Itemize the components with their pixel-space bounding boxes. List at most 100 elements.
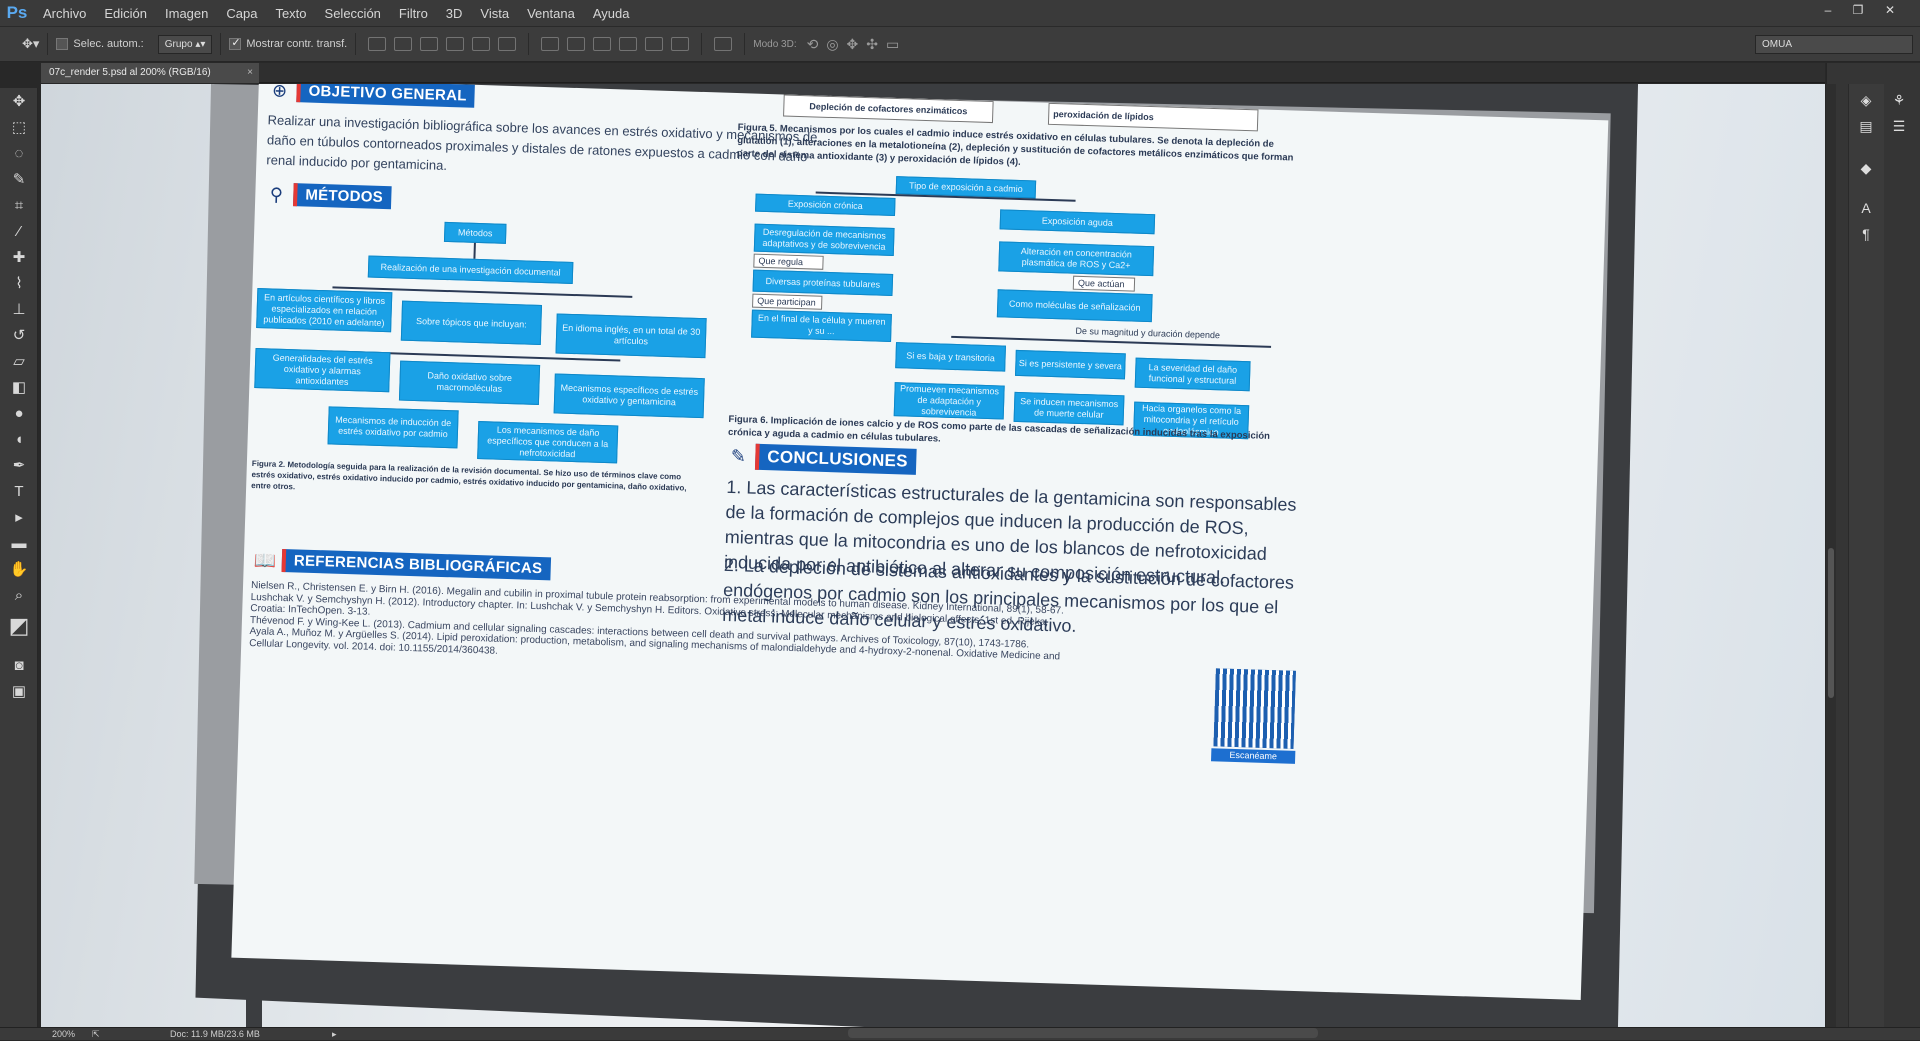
shape-tool-icon[interactable]: ▬ [8, 534, 30, 554]
path-select-tool-icon[interactable]: ▸ [8, 508, 30, 528]
brush-settings-icon[interactable]: ☰ [1888, 118, 1910, 138]
menu-archivo[interactable]: Archivo [34, 0, 95, 27]
acute-label-1: Que actúan [1072, 275, 1136, 292]
book-icon: 📖 [253, 549, 277, 571]
menu-seleccion[interactable]: Selección [316, 0, 390, 27]
color-swatches-icon[interactable]: ◩ [8, 615, 30, 637]
auto-select-label: Selec. autom.: [73, 38, 144, 50]
stamp-tool-icon[interactable]: ⊥ [8, 300, 30, 320]
layers-panel-icon[interactable]: ◆ [1855, 160, 1877, 180]
conclusiones-header: ✎ CONCLUSIONES [727, 443, 917, 475]
target-icon: ⊕ [271, 84, 288, 101]
menu-edicion[interactable]: Edición [95, 0, 156, 27]
notebook-icon: ✎ [730, 446, 747, 467]
horizontal-scroll-thumb[interactable] [848, 1028, 1318, 1038]
referencias-header: 📖 REFERENCIAS BIBLIOGRÁFICAS [253, 548, 551, 581]
move-tool-icon[interactable]: ✥ [8, 92, 30, 112]
paint-bucket-tool-icon[interactable]: ◧ [8, 378, 30, 398]
menu-ayuda[interactable]: Ayuda [584, 0, 639, 27]
marquee-tool-icon[interactable]: ⬚ [8, 118, 30, 138]
align-right-icon[interactable] [498, 37, 517, 51]
document-tab-bar: 07c_render 5.psd al 200% (RGB/16) × [41, 63, 1825, 83]
menu-imagen[interactable]: Imagen [156, 0, 217, 27]
menu-bar: Ps Archivo Edición Imagen Capa Texto Sel… [0, 0, 1920, 27]
show-transform-checkbox[interactable] [229, 36, 242, 50]
show-transform-label: Mostrar contr. transf. [246, 38, 348, 50]
method-box-5: En idioma inglés, en un total de 30 artí… [555, 313, 707, 359]
canvas-area[interactable]: ⊕ OBJETIVO GENERAL Realizar una investig… [41, 84, 1825, 1027]
type-tool-icon[interactable]: T [8, 482, 30, 502]
character-panel-icon[interactable]: A [1855, 200, 1877, 220]
export-icon[interactable]: ⇱ [92, 1028, 100, 1041]
workspace-dropdown[interactable]: OMUA [1755, 34, 1913, 54]
outcome-box-3: La severidad del daño funcional y estruc… [1134, 357, 1251, 392]
workspace-value: OMUA [1762, 38, 1792, 50]
distribute-right-icon[interactable] [671, 37, 690, 51]
group-dropdown[interactable]: Grupo ▴▾ [157, 34, 213, 54]
poster: ⊕ OBJETIVO GENERAL Realizar una investig… [231, 84, 1609, 1000]
chronic-box: Exposición crónica [755, 193, 896, 217]
distribute-top-icon[interactable] [541, 37, 560, 51]
method-box-1: Métodos [443, 221, 507, 244]
crop-tool-icon[interactable]: ⌗ [8, 196, 30, 216]
objetivo-header: ⊕ OBJETIVO GENERAL [268, 84, 476, 108]
zoom-tool-icon[interactable]: ⌕ [8, 586, 30, 606]
auto-select-checkbox[interactable] [56, 38, 69, 50]
menu-texto[interactable]: Texto [266, 0, 315, 27]
referencias-title: REFERENCIAS BIBLIOGRÁFICAS [281, 548, 551, 581]
chronic-label-2: Que participan [752, 293, 823, 310]
doc-size: Doc: 11.9 MB/23.6 MB [170, 1029, 260, 1039]
acute-box: Exposición aguda [999, 209, 1156, 235]
healing-brush-tool-icon[interactable]: ✚ [8, 248, 30, 268]
conclusiones-title: CONCLUSIONES [754, 443, 917, 475]
align-vcenter-icon[interactable] [394, 37, 413, 51]
distribute-hcenter-icon[interactable] [645, 37, 664, 51]
screen-mode-icon[interactable]: ▣ [8, 682, 30, 702]
3d-panel-icon[interactable]: ◈ [1855, 92, 1877, 112]
history-brush-tool-icon[interactable]: ↺ [8, 326, 30, 346]
properties-panel-icon[interactable]: ▤ [1855, 118, 1877, 138]
distribute-left-icon[interactable] [619, 37, 638, 51]
chronic-box-2: Diversas proteínas tubulares [752, 269, 894, 297]
3d-mode-icons[interactable]: ⟲◎✥✣▭ [807, 36, 908, 53]
dodge-tool-icon[interactable]: ◖ [8, 430, 30, 450]
paragraph-panel-icon[interactable]: ¶ [1855, 226, 1877, 246]
eraser-tool-icon[interactable]: ▱ [8, 352, 30, 372]
menu-ventana[interactable]: Ventana [518, 0, 584, 27]
distribute-vcenter-icon[interactable] [567, 37, 586, 51]
eyedropper-tool-icon[interactable]: ⁄ [8, 222, 30, 242]
move-tool-preset-icon[interactable]: ✥▾ [22, 36, 39, 52]
distribute-bottom-icon[interactable] [593, 37, 612, 51]
align-bottom-icon[interactable] [420, 37, 439, 51]
menu-vista[interactable]: Vista [471, 0, 518, 27]
close-tab-icon[interactable]: × [247, 63, 253, 83]
menu-filtro[interactable]: Filtro [390, 0, 437, 27]
align-hcenter-icon[interactable] [472, 37, 491, 51]
menu-capa[interactable]: Capa [217, 0, 266, 27]
adjustments-panel-icon[interactable]: ⚘ [1888, 92, 1910, 112]
close-window-icon[interactable]: ✕ [1876, 0, 1904, 20]
menu-3d[interactable]: 3D [437, 0, 472, 27]
zoom-level[interactable]: 200% [52, 1028, 75, 1041]
chronic-label-1: Que regula [753, 253, 824, 270]
pen-tool-icon[interactable]: ✒ [8, 456, 30, 476]
outcome-box-4: Promueven mecanismos de adaptación y sob… [893, 382, 1005, 420]
align-top-icon[interactable] [368, 37, 387, 51]
chronic-box-3: En el final de la célula y mueren y su .… [751, 309, 892, 342]
quick-mask-icon[interactable]: ◙ [8, 656, 30, 676]
outcome-box-5: Se inducen mecanismos de muerte celular [1013, 391, 1125, 426]
vertical-scroll-thumb[interactable] [1828, 548, 1834, 698]
hand-tool-icon[interactable]: ✋ [8, 560, 30, 580]
photoshop-logo: Ps [6, 3, 28, 22]
minimize-icon[interactable]: – [1814, 0, 1842, 20]
align-left-icon[interactable] [446, 37, 465, 51]
restore-icon[interactable]: ❐ [1844, 0, 1872, 20]
lasso-tool-icon[interactable]: ◌ [8, 144, 30, 164]
brush-tool-icon[interactable]: ⌇ [8, 274, 30, 294]
status-menu-arrow-icon[interactable]: ▸ [332, 1028, 337, 1041]
acute-box-2: Como moléculas de señalización [996, 289, 1153, 323]
document-tab[interactable]: 07c_render 5.psd al 200% (RGB/16) × [41, 63, 259, 83]
quick-select-tool-icon[interactable]: ✎ [8, 170, 30, 190]
blur-tool-icon[interactable]: ● [8, 404, 30, 424]
auto-align-icon[interactable] [714, 37, 733, 51]
